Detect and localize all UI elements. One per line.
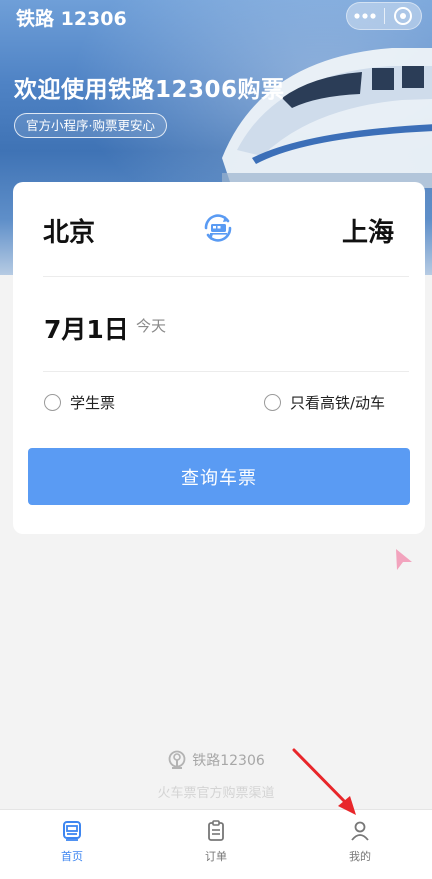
- user-profile-icon: [351, 821, 369, 841]
- radio-icon[interactable]: [44, 394, 61, 411]
- student-ticket-label: 学生票: [70, 394, 116, 412]
- train-illustration: [222, 48, 432, 188]
- date-hint: 今天: [136, 317, 167, 335]
- radio-icon[interactable]: [264, 394, 281, 411]
- high-speed-only-option[interactable]: 只看高铁/动车: [264, 392, 385, 413]
- pink-pointer-icon: [396, 549, 412, 570]
- tab-orders-label: 订单: [205, 850, 227, 863]
- bottom-tabbar: 首页 订单 我的: [0, 809, 432, 879]
- order-clipboard-icon: [208, 820, 224, 841]
- more-dots-icon[interactable]: [347, 3, 384, 29]
- high-speed-only-label: 只看高铁/动车: [290, 394, 386, 412]
- tab-mine-label: 我的: [349, 850, 371, 863]
- ticket-search-card: 北京 上海 7月1日 今天 学生票 只看高铁/动车 查询车票: [13, 182, 425, 534]
- close-circle-icon[interactable]: [384, 3, 421, 29]
- tab-home[interactable]: 首页: [0, 810, 144, 879]
- from-station[interactable]: 北京: [43, 212, 95, 249]
- welcome-title: 欢迎使用铁路12306购票: [14, 77, 285, 103]
- student-ticket-option[interactable]: 学生票: [44, 392, 115, 413]
- divider: [43, 371, 409, 372]
- mini-program-capsule: [346, 2, 422, 30]
- railway-logo-icon: [168, 750, 186, 769]
- swap-train-icon[interactable]: [199, 209, 237, 247]
- to-station[interactable]: 上海: [342, 212, 394, 249]
- tab-mine[interactable]: 我的: [288, 810, 432, 879]
- brand-footer: 铁路12306: [0, 750, 432, 770]
- query-tickets-button[interactable]: 查询车票: [28, 448, 410, 505]
- train-home-icon: [63, 821, 81, 841]
- departure-date[interactable]: 7月1日: [44, 310, 129, 346]
- tab-orders[interactable]: 订单: [144, 810, 288, 879]
- divider: [43, 276, 409, 277]
- tab-home-label: 首页: [61, 850, 83, 863]
- app-title: 铁路 12306: [16, 8, 127, 30]
- slogan-pill: 官方小程序·购票更安心: [14, 113, 167, 138]
- brand-name: 铁路12306: [192, 753, 265, 769]
- brand-tagline: 火车票官方购票渠道: [157, 786, 275, 801]
